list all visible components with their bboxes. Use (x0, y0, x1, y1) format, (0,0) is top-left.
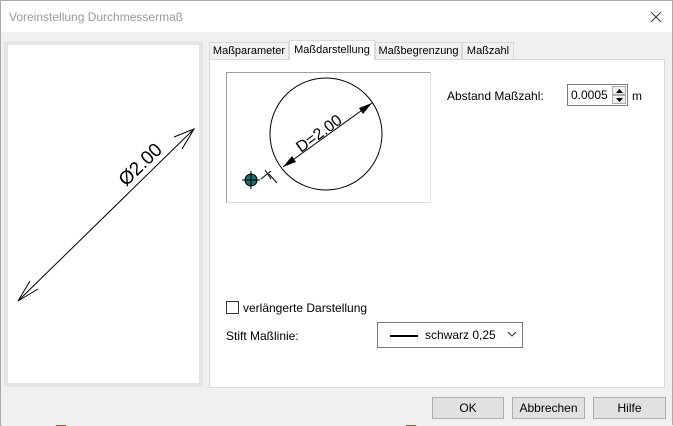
line-style-swatch (390, 335, 418, 337)
triangle-down-icon (615, 97, 623, 102)
tab-label: Maßzahl (466, 45, 510, 57)
tab-massbegrenzung[interactable]: Maßbegrenzung (375, 42, 462, 60)
title-bar: Voreinstellung Durchmessermaß (1, 1, 672, 32)
tab-label: Maßbegrenzung (378, 45, 459, 57)
checkbox-label: verlängerte Darstellung (243, 301, 368, 315)
tab-massdarstellung[interactable]: Maßdarstellung (289, 40, 375, 61)
cancel-button[interactable]: Abbrechen (512, 397, 585, 419)
preview-dimension-line (17, 128, 195, 302)
preview-arrow-head-end (359, 103, 372, 114)
help-button[interactable]: Hilfe (593, 397, 666, 419)
dialog-window: Voreinstellung Durchmessermaß Ø2.00 Maßp… (0, 0, 673, 426)
abstand-unit: m (632, 89, 642, 103)
stepper-buttons (612, 86, 626, 104)
abstand-input[interactable] (569, 86, 611, 104)
close-button[interactable] (640, 1, 672, 32)
diameter-preview-panel: Ø2.00 (4, 41, 203, 387)
preview-dimension-text: Ø2.00 (115, 140, 167, 191)
tab-label: Maßdarstellung (294, 44, 370, 56)
close-icon (650, 11, 662, 22)
stift-selected-value: schwarz 0,25 (425, 328, 496, 342)
tab-label: Maßparameter (212, 45, 286, 57)
ok-button[interactable]: OK (432, 397, 504, 419)
stift-dropdown[interactable]: schwarz 0,25 (377, 322, 523, 348)
tab-panel-massdarstellung: D=2.00 Abstand Maßzahl: m verlängerte Da… (209, 59, 665, 388)
verlaengerte-darstellung-checkbox[interactable] (226, 301, 239, 314)
stepper-down-button[interactable] (612, 95, 626, 104)
abstand-label: Abstand Maßzahl: (447, 89, 544, 103)
preview-diameter-text: D=2.00 (293, 112, 345, 156)
abstand-stepper[interactable] (567, 84, 628, 106)
preview-arrow-head-start (283, 156, 296, 167)
chevron-down-icon (507, 331, 517, 337)
tab-massparameter[interactable]: Maßparameter (209, 42, 289, 60)
stepper-up-button[interactable] (612, 86, 626, 95)
triangle-up-icon (615, 88, 623, 93)
style-preview: D=2.00 (226, 72, 431, 203)
stift-label: Stift Maßlinie: (226, 329, 299, 343)
tab-masszahl[interactable]: Maßzahl (462, 42, 514, 60)
window-title: Voreinstellung Durchmessermaß (9, 10, 184, 24)
